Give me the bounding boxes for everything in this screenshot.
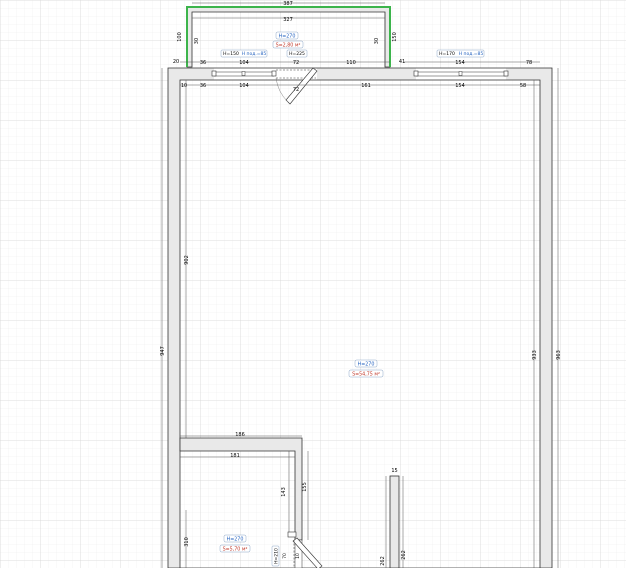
balcony-wall-left-label: 30 xyxy=(194,38,200,44)
partition-thickness: 15 xyxy=(391,468,397,474)
balcony-side-left-label: 20 xyxy=(173,59,179,65)
dim-top-right-2: 78 xyxy=(526,60,532,66)
window-right-sill: H под.=85 xyxy=(459,51,484,57)
dim-top-outer-1: 36 xyxy=(200,60,206,66)
floor-plan-canvas[interactable]: 387 327 100 30 30 150 20 41 H=270 S=2,80… xyxy=(0,0,626,568)
dim-left-inner: 902 xyxy=(184,255,190,265)
bath-door-offset: 10 xyxy=(295,553,301,559)
bath-dim-left: 310 xyxy=(184,537,190,547)
bath-dim-wall-inner: 143 xyxy=(281,487,287,497)
door-balcony-height: H=225 xyxy=(289,51,305,57)
bathroom-area-text: S=5,70 м² xyxy=(223,547,248,553)
dim-top-inner-5: 161 xyxy=(361,83,371,89)
dim-top-inner-6: 154 xyxy=(455,83,465,89)
dim-top-outer-2: 104 xyxy=(239,60,249,66)
dim-top-inner-4: 72 xyxy=(293,87,299,93)
dim-right-inner: 933 xyxy=(532,350,538,360)
dim-top-inner-3: 104 xyxy=(239,83,249,89)
bath-door-width: 70 xyxy=(282,553,288,559)
dim-top-outer-4: 110 xyxy=(346,60,356,66)
bath-dim-wall-outer: 155 xyxy=(302,482,308,492)
bath-dim-top-inner: 181 xyxy=(230,453,240,459)
main-room-height-text: H=270 xyxy=(358,362,375,368)
dim-left-outer: 947 xyxy=(160,346,166,356)
bath-dim-top-outer: 186 xyxy=(235,432,245,438)
main-room-area-text: S=54,75 м² xyxy=(352,372,380,378)
partition-wall[interactable] xyxy=(389,475,400,568)
dim-top-inner-2: 36 xyxy=(200,83,206,89)
balcony-area-text: S=2,80 м² xyxy=(276,43,301,49)
partition-length-left: 262 xyxy=(380,556,386,566)
dim-top-outer-3: 72 xyxy=(293,60,299,66)
balcony-height-text: H=270 xyxy=(279,34,296,40)
window-left-height: H=150 xyxy=(223,51,239,57)
balcony-depth-right-label: 150 xyxy=(392,32,398,42)
balcony-outer-width-label: 387 xyxy=(283,1,293,7)
balcony-depth-left-label: 100 xyxy=(177,32,183,42)
bathroom-height-text: H=270 xyxy=(227,537,244,543)
dim-top-right-1: 154 xyxy=(455,60,465,66)
bath-door-height: H=210 xyxy=(274,548,280,564)
dim-top-inner-7: 58 xyxy=(520,83,526,89)
window-right-height: H=170 xyxy=(439,51,455,57)
balcony-inner-width-label: 327 xyxy=(283,17,293,23)
partition-length-right: 262 xyxy=(401,550,407,560)
window-left-sill: H под.=85 xyxy=(242,51,267,57)
partition-body xyxy=(389,475,400,568)
balcony-wall-right-label: 30 xyxy=(374,38,380,44)
dim-right-outer: 963 xyxy=(556,350,562,360)
